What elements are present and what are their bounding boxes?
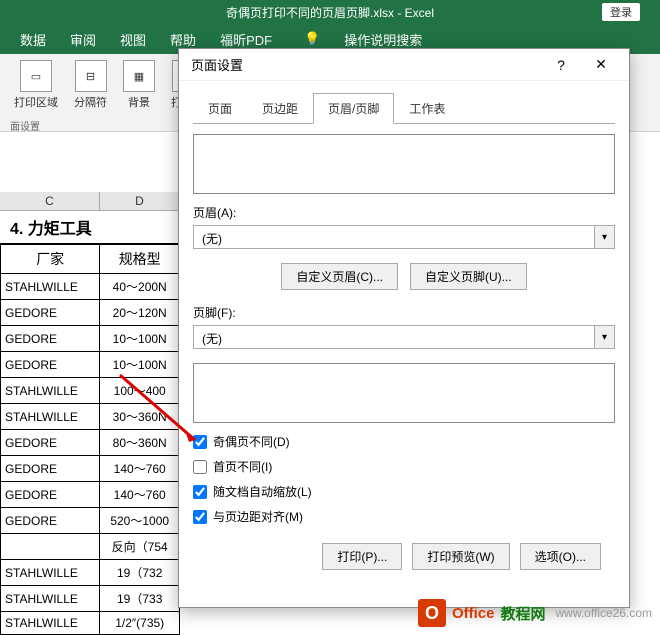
header-preview <box>193 134 615 194</box>
tab-foxitpdf[interactable]: 福昕PDF <box>220 30 272 49</box>
login-button[interactable]: 登录 <box>602 3 640 21</box>
title-bar: 奇偶页打印不同的页眉页脚.xlsx - Excel 登录 <box>0 0 660 24</box>
th-maker[interactable]: 厂家 <box>1 245 100 274</box>
table-row: GEDORE10～100N <box>1 326 180 352</box>
custom-header-button[interactable]: 自定义页眉(C)... <box>281 263 398 290</box>
tell-me-bulb-icon: 💡 <box>304 31 320 47</box>
tab-page[interactable]: 页面 <box>193 93 247 124</box>
header-dropdown-arrow[interactable]: ▾ <box>595 225 615 249</box>
print-button[interactable]: 打印(P)... <box>322 543 402 570</box>
sheet-section-title: 4. 力矩工具 <box>0 211 180 244</box>
footer-preview <box>193 363 615 423</box>
tab-view[interactable]: 视图 <box>120 30 146 49</box>
table-row: STAHLWILLE30～360N <box>1 404 180 430</box>
help-button[interactable]: ? <box>541 51 581 79</box>
ribbon-section-label: 面设置 <box>10 118 40 133</box>
table-row: GEDORE520～1000 <box>1 508 180 534</box>
background-button[interactable]: ▦ 背景 <box>119 58 159 112</box>
footer-dropdown-arrow[interactable]: ▾ <box>595 325 615 349</box>
dialog-title: 页面设置 <box>191 55 541 74</box>
watermark-brand2: 教程网 <box>500 603 545 624</box>
data-table: 厂家规格型 STAHLWILLE40～200N GEDORE20～120N GE… <box>0 244 180 635</box>
background-label: 背景 <box>128 94 150 110</box>
scale-doc-checkbox[interactable] <box>193 485 207 499</box>
table-row: STAHLWILLE19（733 <box>1 586 180 612</box>
print-area-button[interactable]: ▭ 打印区域 <box>10 58 62 112</box>
tab-data[interactable]: 数据 <box>20 30 46 49</box>
column-headers: C D <box>0 192 180 211</box>
page-setup-dialog: 页面设置 ? ✕ 页面 页边距 页眉/页脚 工作表 页眉(A): (无) ▾ 自… <box>178 48 630 608</box>
tab-margins[interactable]: 页边距 <box>247 93 313 124</box>
first-page-checkbox[interactable] <box>193 460 207 474</box>
table-row: STAHLWILLE100～400 <box>1 378 180 404</box>
tab-review[interactable]: 审阅 <box>70 30 96 49</box>
align-margin-label: 与页边距对齐(M) <box>213 508 303 525</box>
align-margin-checkbox[interactable] <box>193 510 207 524</box>
breaks-label: 分隔符 <box>74 94 107 110</box>
tell-me-search[interactable]: 操作说明搜索 <box>344 30 422 49</box>
sheet-area: C D 4. 力矩工具 厂家规格型 STAHLWILLE40～200N GEDO… <box>0 132 180 635</box>
col-header-d[interactable]: D <box>100 192 180 210</box>
tab-header-footer[interactable]: 页眉/页脚 <box>313 93 394 124</box>
th-spec[interactable]: 规格型 <box>100 245 180 274</box>
table-row: STAHLWILLE19（732 <box>1 560 180 586</box>
table-row: GEDORE10～100N <box>1 352 180 378</box>
custom-footer-button[interactable]: 自定义页脚(U)... <box>410 263 527 290</box>
header-select[interactable]: (无) <box>193 225 595 249</box>
watermark-domain: www.office26.com <box>556 606 653 620</box>
watermark: O Office 教程网 www.office26.com <box>418 599 652 627</box>
col-header-c[interactable]: C <box>0 192 100 210</box>
options-button[interactable]: 选项(O)... <box>520 543 601 570</box>
scale-doc-label: 随文档自动缩放(L) <box>213 483 312 500</box>
print-area-icon: ▭ <box>20 60 52 92</box>
print-area-label: 打印区域 <box>14 94 58 110</box>
odd-even-checkbox[interactable] <box>193 435 207 449</box>
footer-label: 页脚(F): <box>193 304 615 321</box>
window-title: 奇偶页打印不同的页眉页脚.xlsx - Excel <box>226 4 434 21</box>
first-page-label: 首页不同(I) <box>213 458 272 475</box>
table-row: GEDORE80～360N <box>1 430 180 456</box>
background-icon: ▦ <box>123 60 155 92</box>
header-label: 页眉(A): <box>193 204 615 221</box>
breaks-icon: ⊟ <box>75 60 107 92</box>
tab-help[interactable]: 帮助 <box>170 30 196 49</box>
dialog-titlebar: 页面设置 ? ✕ <box>179 49 629 81</box>
close-button[interactable]: ✕ <box>581 51 621 79</box>
table-row: STAHLWILLE1/2″(735) <box>1 612 180 635</box>
table-row: GEDORE140～760 <box>1 456 180 482</box>
dialog-body: 页眉(A): (无) ▾ 自定义页眉(C)... 自定义页脚(U)... 页脚(… <box>179 124 629 590</box>
table-row: STAHLWILLE40～200N <box>1 274 180 300</box>
footer-select[interactable]: (无) <box>193 325 595 349</box>
table-row: GEDORE20～120N <box>1 300 180 326</box>
table-row: GEDORE140～760 <box>1 482 180 508</box>
odd-even-label: 奇偶页不同(D) <box>213 433 290 450</box>
office-logo-icon: O <box>418 599 446 627</box>
table-row: 反向（754 <box>1 534 180 560</box>
print-preview-button[interactable]: 打印预览(W) <box>412 543 509 570</box>
tab-sheet[interactable]: 工作表 <box>394 93 460 124</box>
dialog-tabs: 页面 页边距 页眉/页脚 工作表 <box>179 81 629 124</box>
watermark-brand1: Office <box>452 605 495 622</box>
breaks-button[interactable]: ⊟ 分隔符 <box>70 58 111 112</box>
